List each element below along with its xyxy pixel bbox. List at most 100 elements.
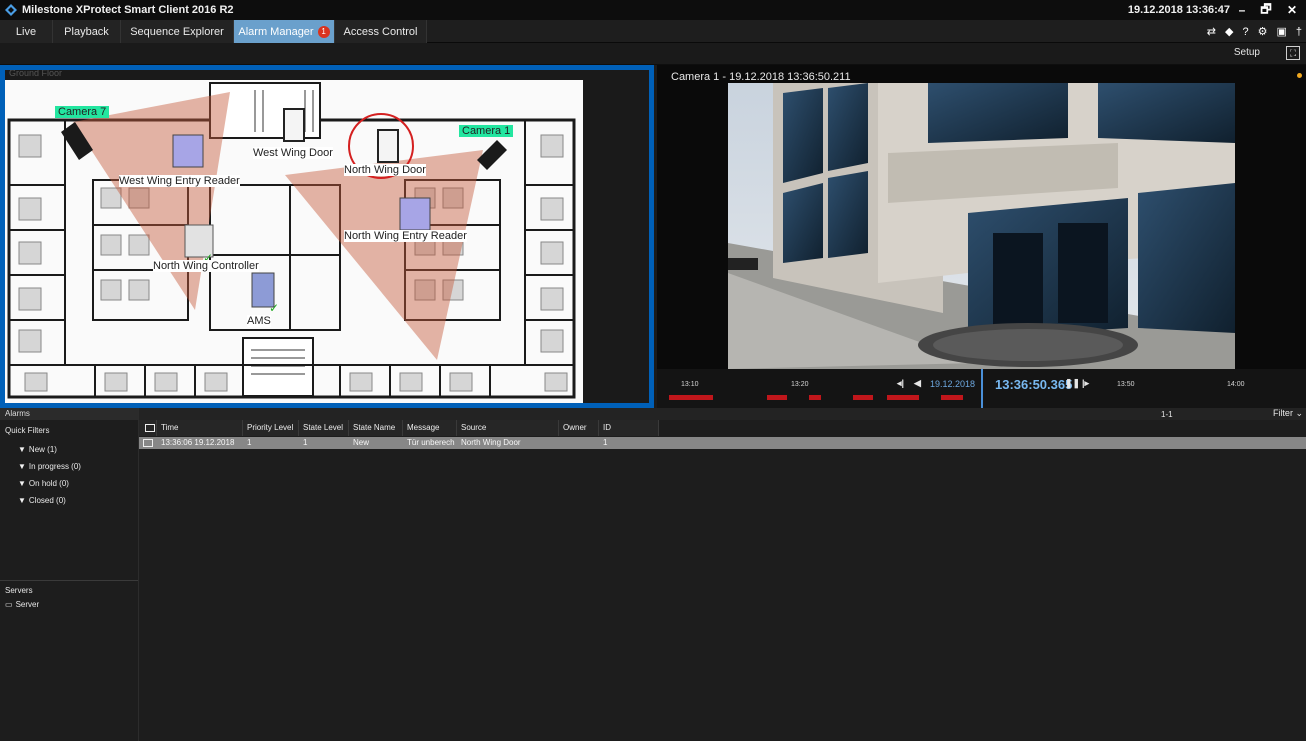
column-time[interactable]: Time bbox=[157, 420, 243, 436]
tick-label: 13:50 bbox=[1117, 381, 1135, 388]
tab-sequence-explorer[interactable]: Sequence Explorer bbox=[121, 20, 234, 43]
alarm-count-badge: 1 bbox=[317, 25, 330, 38]
tab-alarm-manager[interactable]: Alarm Manager 1 bbox=[234, 20, 335, 43]
window-icon[interactable]: ▣ bbox=[1276, 25, 1286, 38]
tick-label: 13:10 bbox=[681, 381, 699, 388]
page-count: 1-1 bbox=[1161, 410, 1173, 419]
camera7-label[interactable]: Camera 7 bbox=[55, 106, 110, 118]
ams-label: AMS bbox=[247, 315, 271, 327]
north-wing-reader-label: North Wing Entry Reader bbox=[344, 230, 467, 242]
playback-timeline[interactable]: 13:10 13:20 13:50 14:00 ◂| ◀ 19.12.2018 … bbox=[657, 369, 1306, 408]
alarm-side-panel: Alarms Quick Filters ▼ New (1) ▼ In progre… bbox=[0, 408, 138, 741]
setup-button[interactable]: Setup bbox=[1234, 47, 1260, 58]
camera-title: Camera 1 - 19.12.2018 13:36:50.211 bbox=[671, 71, 851, 83]
filter-label: On hold (0) bbox=[28, 479, 69, 488]
title-bar: Milestone XProtect Smart Client 2016 R2 … bbox=[0, 0, 1306, 20]
row-image-icon bbox=[139, 437, 157, 449]
eye-icon[interactable]: ◆ bbox=[1225, 25, 1233, 38]
tab-alarm-manager-label: Alarm Manager bbox=[238, 25, 314, 38]
tab-playback-label: Playback bbox=[64, 25, 109, 38]
tab-access-control-label: Access Control bbox=[343, 25, 418, 38]
close-button[interactable]: ✕ bbox=[1278, 0, 1306, 20]
server-item[interactable]: ▭ Server bbox=[5, 600, 39, 609]
expand-icon: ⛶ bbox=[1289, 47, 1297, 58]
tab-access-control[interactable]: Access Control bbox=[335, 20, 427, 43]
filter-dropdown[interactable]: Filter ⌄ bbox=[1273, 408, 1303, 419]
server-label: Server bbox=[15, 600, 40, 609]
tab-sequence-explorer-label: Sequence Explorer bbox=[130, 25, 224, 38]
pin-icon[interactable]: † bbox=[1296, 26, 1302, 38]
restore-button[interactable]: 🗗 bbox=[1254, 0, 1278, 20]
column-message[interactable]: Message bbox=[403, 420, 457, 436]
column-priority-level[interactable]: Priority Level bbox=[243, 420, 299, 436]
cell-state-name: New bbox=[353, 438, 370, 447]
pause-icon[interactable]: ❚❚ bbox=[1065, 378, 1080, 389]
west-wing-door-icon[interactable] bbox=[283, 108, 305, 142]
svg-text:✓: ✓ bbox=[269, 301, 279, 315]
west-reader-icon[interactable] bbox=[172, 134, 204, 168]
recording-segment bbox=[853, 395, 873, 400]
column-state-name[interactable]: State Name bbox=[349, 420, 403, 436]
app-title: Milestone XProtect Smart Client 2016 R2 bbox=[22, 4, 234, 16]
minimize-button[interactable]: – bbox=[1230, 0, 1254, 20]
recording-segment bbox=[669, 395, 713, 400]
timeline-date: 19.12.2018 bbox=[930, 379, 976, 389]
cell-priority-level: 1 bbox=[247, 438, 252, 447]
floor-plan: ✓ ✓ Camera 7 Camera 1 West Wing Door Nor… bbox=[5, 80, 583, 403]
cell-state-level: 1 bbox=[303, 438, 308, 447]
filter-in-progress[interactable]: ▼ In progress (0) bbox=[18, 462, 81, 471]
alarm-list-toolbar: 1-1 Filter ⌄ bbox=[139, 408, 1306, 420]
cell-source: North Wing Door bbox=[461, 438, 521, 447]
recording-indicator bbox=[1297, 73, 1302, 78]
gear-icon[interactable]: ⚙ bbox=[1258, 25, 1268, 38]
camera1-label[interactable]: Camera 1 bbox=[459, 125, 514, 137]
filter-on-hold[interactable]: ▼ On hold (0) bbox=[18, 479, 69, 488]
step-back-icon[interactable]: ◂| bbox=[897, 378, 904, 389]
map-title: Ground Floor bbox=[9, 70, 63, 78]
filter-label: New (1) bbox=[28, 445, 57, 454]
filter-new[interactable]: ▼ New (1) bbox=[18, 445, 57, 454]
main-tab-bar: Live Playback Sequence Explorer Alarm Ma… bbox=[0, 20, 1306, 43]
system-clock: 19.12.2018 13:36:47 bbox=[1127, 4, 1230, 16]
alarm-list: 1-1 Filter ⌄ Time Priority Level State L… bbox=[138, 408, 1306, 741]
servers-label: Servers bbox=[5, 586, 33, 595]
play-reverse-icon[interactable]: ◀ bbox=[914, 378, 921, 389]
cell-id: 1 bbox=[603, 438, 608, 447]
column-source[interactable]: Source bbox=[457, 420, 559, 436]
cell-time: 13:36:06 19.12.2018 bbox=[161, 438, 235, 447]
image-icon bbox=[143, 439, 153, 447]
tab-live[interactable]: Live bbox=[0, 20, 53, 43]
tab-playback[interactable]: Playback bbox=[53, 20, 121, 43]
funnel-icon: ▼ bbox=[18, 479, 26, 488]
panel-divider bbox=[0, 580, 138, 581]
icon-column-header[interactable] bbox=[139, 420, 157, 436]
map-view[interactable]: Ground Floor ✓ ✓ Camera 7 Camera 1 West … bbox=[0, 65, 654, 408]
server-icon: ▭ bbox=[5, 600, 13, 609]
recording-segment bbox=[941, 395, 963, 400]
column-state-level[interactable]: State Level bbox=[299, 420, 349, 436]
filter-closed[interactable]: ▼ Closed (0) bbox=[18, 496, 66, 505]
camera-view[interactable]: Camera 1 - 19.12.2018 13:36:50.211 13:10… bbox=[657, 65, 1306, 408]
column-owner[interactable]: Owner bbox=[559, 420, 599, 436]
recording-segment bbox=[887, 395, 919, 400]
timeline-cursor[interactable] bbox=[981, 369, 983, 408]
building-entrance-image bbox=[728, 83, 1235, 369]
table-row[interactable]: 13:36:06 19.12.2018 1 1 New Tür unberech… bbox=[139, 437, 1306, 449]
filter-label: Closed (0) bbox=[28, 496, 66, 505]
help-icon[interactable]: ? bbox=[1242, 26, 1248, 38]
camera7-fov bbox=[73, 92, 230, 310]
filter-label: In progress (0) bbox=[28, 462, 81, 471]
cell-message: Tür unberech bbox=[407, 438, 455, 447]
network-icon[interactable]: ⇄ bbox=[1207, 25, 1216, 38]
camera-feed bbox=[728, 83, 1235, 369]
column-id[interactable]: ID bbox=[599, 420, 659, 436]
recording-segment bbox=[809, 395, 821, 400]
alarm-table-header: Time Priority Level State Level State Na… bbox=[139, 420, 659, 436]
maximize-view-button[interactable]: ⛶ bbox=[1286, 46, 1300, 60]
north-wing-door-icon[interactable] bbox=[377, 129, 399, 163]
tab-live-label: Live bbox=[15, 25, 37, 38]
north-reader-icon[interactable] bbox=[399, 197, 431, 231]
step-forward-icon[interactable]: |▸ bbox=[1082, 378, 1089, 389]
quick-filters-label: Quick Filters bbox=[5, 426, 50, 435]
toolbar-icons: ⇄ ◆ ? ⚙ ▣ † bbox=[1207, 20, 1302, 43]
